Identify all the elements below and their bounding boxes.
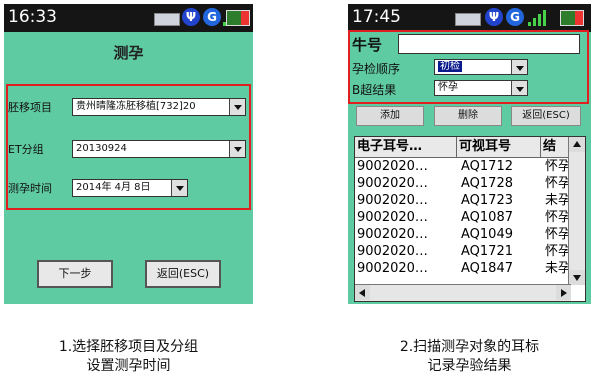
project-select[interactable]: 贵州晴隆冻胚移植[732]20 [72,98,246,116]
signal-icon [528,10,550,26]
add-button[interactable]: 添加 [356,106,424,126]
ultrasound-result-select[interactable]: 怀孕 [434,80,528,96]
gprs-icon: G [506,8,524,26]
visible-tag-cell: AQ1049 [461,227,513,242]
screen-2-scan-ear-tag: 17:45 Ψ G 牛号 孕检顺序 初检 B超结果 怀孕 添加 删除 返回(ES… [348,4,591,304]
scroll-left-icon[interactable] [355,285,370,300]
check-order-label: 孕检顺序 [352,62,401,76]
table-row[interactable]: 9002020… AQ1049 怀孕 [355,226,571,243]
column-header-result[interactable]: 结 [541,137,571,157]
table-header: 电子耳号… 可视耳号 结 [355,137,571,158]
check-order-select[interactable]: 初检 [434,59,528,75]
table-row[interactable]: 9002020… AQ1723 未孕 [355,192,571,209]
table-row[interactable]: 9002020… AQ1847 未孕 [355,260,571,277]
cow-number-input[interactable] [398,34,580,54]
delete-button[interactable]: 删除 [434,106,502,126]
chevron-down-icon[interactable] [171,180,187,196]
ear-tag-table[interactable]: 电子耳号… 可视耳号 结 9002020… AQ1712 怀孕 9002020…… [354,136,586,302]
ultrasound-result-value: 怀孕 [438,82,458,93]
cow-number-label: 牛号 [352,36,383,54]
gprs-icon: G [203,8,221,26]
table-row[interactable]: 9002020… AQ1087 怀孕 [355,209,571,226]
scroll-down-icon[interactable] [569,270,585,285]
et-group-select[interactable]: 20130924 [72,140,246,158]
visible-tag-cell: AQ1728 [461,176,513,191]
electronic-tag-cell: 9002020… [357,159,428,174]
caption-step-1-line-2: 设置测孕时间 [86,358,171,374]
et-group-value: 20130924 [76,143,127,154]
visible-tag-cell: AQ1723 [461,193,513,208]
vertical-scrollbar[interactable] [568,137,585,285]
chevron-down-icon[interactable] [511,81,527,95]
page-title: 测孕 [113,44,144,62]
clock: 16:33 [8,7,57,27]
status-bar: 16:33 Ψ G [4,4,253,32]
visible-tag-cell: AQ1721 [461,244,513,259]
screen-1-measure-pregnancy: 16:33 Ψ G 测孕 胚移项目 贵州晴隆冻胚移植[732]20 ET分组 2… [4,4,253,304]
electronic-tag-cell: 9002020… [357,261,428,276]
caption-step-1: 1.选择胚移项目及分组 设置测孕时间 [4,338,253,376]
chevron-down-icon[interactable] [229,141,245,157]
keyboard-icon[interactable] [154,13,180,26]
horizontal-scrollbar[interactable] [355,284,571,301]
et-group-label: ET分组 [8,143,44,156]
electronic-tag-cell: 9002020… [357,210,428,225]
ultrasound-result-label: B超结果 [352,83,397,97]
chevron-down-icon[interactable] [511,60,527,74]
caption-step-2-line-2: 记录孕验结果 [427,358,512,374]
electronic-tag-cell: 9002020… [357,176,428,191]
electronic-tag-cell: 9002020… [357,227,428,242]
table-row[interactable]: 9002020… AQ1712 怀孕 [355,158,571,175]
table-row[interactable]: 9002020… AQ1728 怀孕 [355,175,571,192]
column-header-electronic-tag[interactable]: 电子耳号… [355,137,457,157]
scroll-right-icon[interactable] [556,285,571,300]
project-label: 胚移项目 [8,101,52,114]
electronic-tag-cell: 9002020… [357,244,428,259]
battery-icon [226,10,250,26]
caption-step-2: 2.扫描测孕对象的耳标 记录孕验结果 [348,338,591,376]
visible-tag-cell: AQ1712 [461,159,513,174]
caption-step-2-line-1: 2.扫描测孕对象的耳标 [399,339,540,355]
usb-icon: Ψ [485,8,503,26]
check-order-value: 初检 [438,61,462,72]
visible-tag-cell: AQ1087 [461,210,513,225]
project-value: 贵州晴隆冻胚移植[732]20 [76,101,196,112]
scroll-up-icon[interactable] [569,137,585,152]
back-esc-button[interactable]: 返回(ESC) [145,260,221,288]
keyboard-icon[interactable] [455,13,481,26]
visible-tag-cell: AQ1847 [461,261,513,276]
test-date-picker[interactable]: 2014年 4月 8日 [72,179,188,197]
caption-step-1-line-1: 1.选择胚移项目及分组 [58,339,199,355]
clock: 17:45 [352,7,401,27]
chevron-down-icon[interactable] [229,99,245,115]
battery-icon [560,10,584,26]
status-bar: 17:45 Ψ G [348,4,591,32]
back-esc-button[interactable]: 返回(ESC) [511,106,581,126]
next-button[interactable]: 下一步 [37,260,113,288]
electronic-tag-cell: 9002020… [357,193,428,208]
column-header-visible-tag[interactable]: 可视耳号 [457,137,541,157]
test-date-label: 测孕时间 [8,182,52,195]
test-date-value: 2014年 4月 8日 [76,182,151,193]
usb-icon: Ψ [182,8,200,26]
table-row[interactable]: 9002020… AQ1721 怀孕 [355,243,571,260]
